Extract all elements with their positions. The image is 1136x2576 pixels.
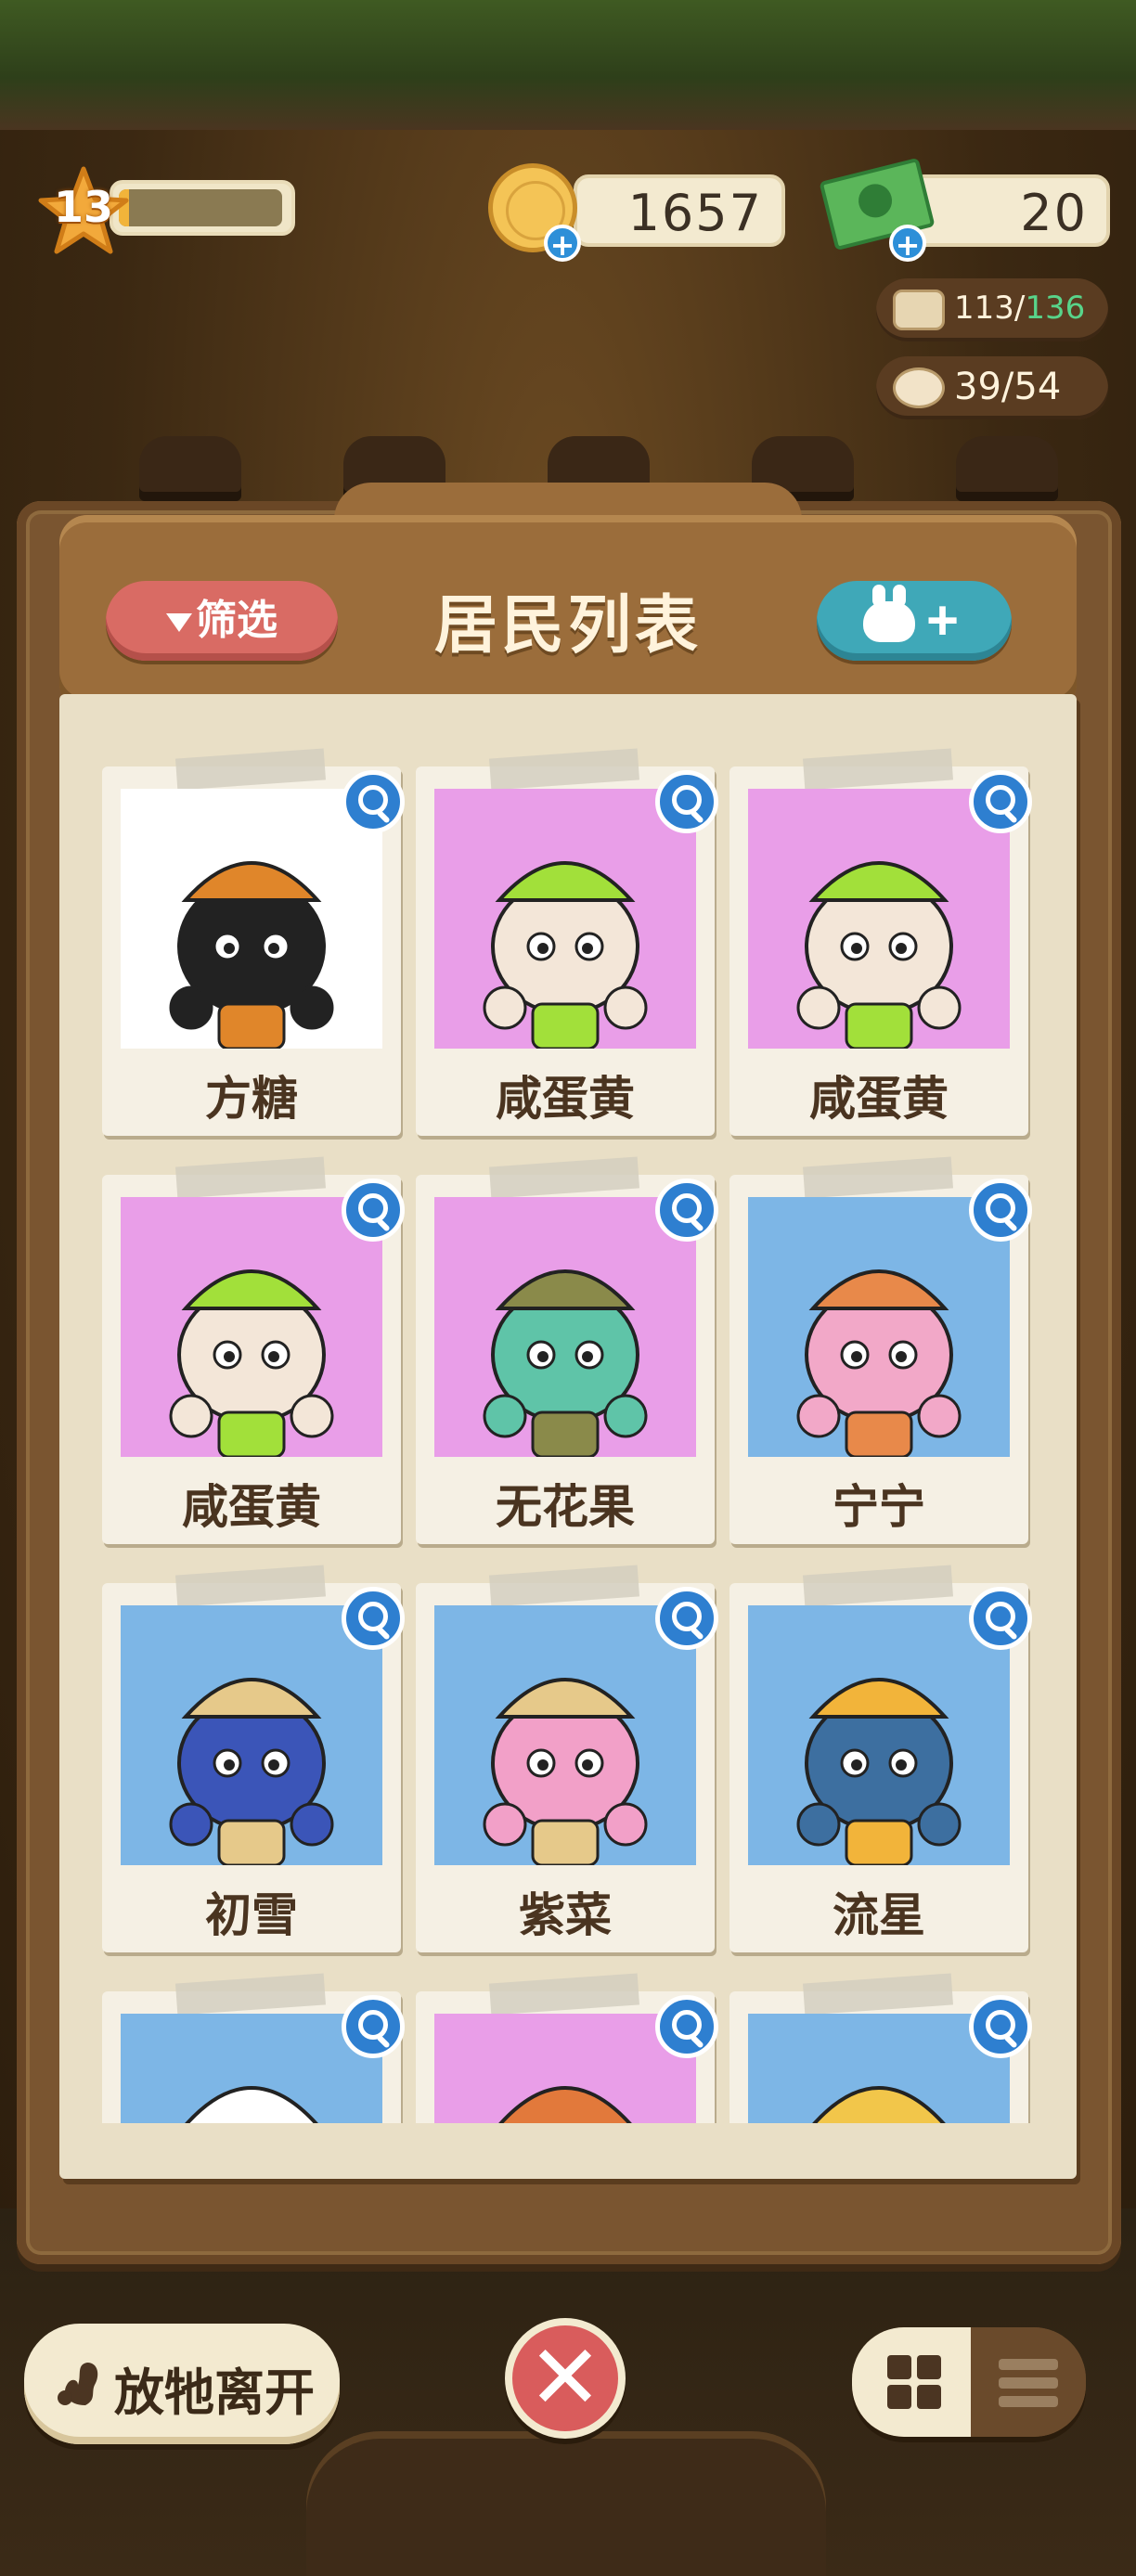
resident-card[interactable]: 咸蛋黄	[416, 748, 718, 1136]
chest-icon	[893, 290, 945, 330]
resident-name: 咸蛋黄	[809, 1072, 949, 1126]
magnifier-icon[interactable]	[655, 1587, 718, 1650]
resident-card[interactable]: 紫菜	[416, 1565, 718, 1952]
tape	[489, 748, 639, 791]
tape	[489, 1973, 639, 2016]
storage-capacity: 136	[1025, 290, 1086, 327]
magnifier-icon[interactable]	[342, 770, 405, 833]
release-resident-button[interactable]: 放牠离开	[24, 2324, 340, 2444]
resident-card[interactable]	[416, 1973, 718, 2123]
storage-counter[interactable]: 113/136	[876, 278, 1108, 341]
tape	[803, 748, 953, 791]
release-label: 放牠离开	[114, 2365, 315, 2421]
resident-name: 咸蛋黄	[496, 1072, 635, 1126]
resident-card[interactable]: 宁宁	[729, 1156, 1032, 1544]
resident-name: 方糖	[205, 1072, 298, 1126]
resident-portrait	[748, 1605, 1010, 1865]
tape	[803, 1973, 953, 2016]
resident-portrait	[121, 1197, 382, 1457]
tape	[489, 1156, 639, 1199]
resident-name: 初雪	[205, 1888, 298, 1942]
resident-card[interactable]: 咸蛋黄	[729, 748, 1032, 1136]
magnifier-icon[interactable]	[655, 770, 718, 833]
magnifier-icon[interactable]	[342, 1179, 405, 1242]
resident-count: 39/54	[954, 366, 1062, 408]
coin-value: 1657	[627, 184, 763, 242]
filter-button[interactable]: 筛选	[106, 581, 338, 661]
resident-card[interactable]	[102, 1973, 405, 2123]
tape	[803, 1156, 953, 1199]
bunny-icon	[893, 367, 945, 408]
tape	[175, 1565, 326, 1607]
bunny-icon	[863, 585, 915, 642]
magnifier-icon[interactable]	[969, 770, 1032, 833]
view-toggle	[852, 2327, 1086, 2437]
coin-counter[interactable]: 1657	[574, 174, 785, 247]
resident-portrait	[748, 789, 1010, 1049]
level-indicator[interactable]: 13	[37, 165, 306, 254]
magnifier-icon[interactable]	[969, 1995, 1032, 2058]
resident-name: 宁宁	[833, 1480, 925, 1534]
resident-card[interactable]	[729, 1973, 1032, 2123]
tape	[803, 1565, 953, 1607]
storage-used: 113/	[954, 290, 1026, 327]
magnifier-icon[interactable]	[655, 1179, 718, 1242]
resident-name: 咸蛋黄	[182, 1480, 321, 1534]
resident-card[interactable]: 方糖	[102, 748, 405, 1136]
star-icon: 13	[37, 165, 130, 258]
plus-icon[interactable]: +	[889, 225, 926, 262]
close-button[interactable]: ✕	[505, 2318, 626, 2439]
panel-title: 居民列表	[433, 589, 702, 663]
garden-background	[0, 0, 1136, 130]
plus-icon[interactable]: +	[544, 225, 581, 262]
close-icon: ✕	[527, 2325, 603, 2429]
resident-card[interactable]: 初雪	[102, 1565, 405, 1952]
magnifier-icon[interactable]	[342, 1587, 405, 1650]
tape	[175, 1156, 326, 1199]
shelf-pot	[139, 436, 241, 501]
resident-card[interactable]: 流星	[729, 1565, 1032, 1952]
resident-card[interactable]: 无花果	[416, 1156, 718, 1544]
shelf-pot	[956, 436, 1058, 501]
magnifier-icon[interactable]	[655, 1995, 718, 2058]
add-resident-button[interactable]: +	[817, 581, 1012, 661]
filter-icon	[166, 613, 192, 633]
resident-name: 流星	[833, 1888, 925, 1942]
resident-portrait	[434, 1197, 696, 1457]
plus-icon: +	[926, 589, 960, 651]
resident-grid: 方糖 咸蛋黄 咸蛋黄 咸蛋黄 无花果 宁宁 初雪 紫菜 流星	[65, 713, 1067, 2123]
resident-card[interactable]: 咸蛋黄	[102, 1156, 405, 1544]
resident-counter[interactable]: 39/54	[876, 356, 1108, 419]
filter-label: 筛选	[196, 598, 278, 643]
grid-view-button[interactable]	[852, 2327, 971, 2437]
list-view-button[interactable]	[971, 2327, 1086, 2437]
cash-value: 20	[1020, 184, 1088, 242]
cash-counter[interactable]: 20	[910, 174, 1110, 247]
resident-portrait	[121, 1605, 382, 1865]
resident-name: 无花果	[496, 1480, 635, 1534]
magnifier-icon[interactable]	[969, 1587, 1032, 1650]
station-building	[306, 2431, 826, 2576]
magnifier-icon[interactable]	[969, 1179, 1032, 1242]
resident-portrait	[748, 1197, 1010, 1457]
resident-portrait	[121, 789, 382, 1049]
tape	[175, 748, 326, 791]
level-number: 13	[53, 182, 113, 232]
resident-name: 紫菜	[519, 1888, 612, 1942]
resident-portrait	[434, 789, 696, 1049]
magnifier-icon[interactable]	[342, 1995, 405, 2058]
tape	[489, 1565, 639, 1607]
level-progress-bar	[110, 180, 295, 236]
squirrel-icon	[58, 2363, 98, 2405]
tape	[175, 1973, 326, 2016]
resident-portrait	[434, 1605, 696, 1865]
